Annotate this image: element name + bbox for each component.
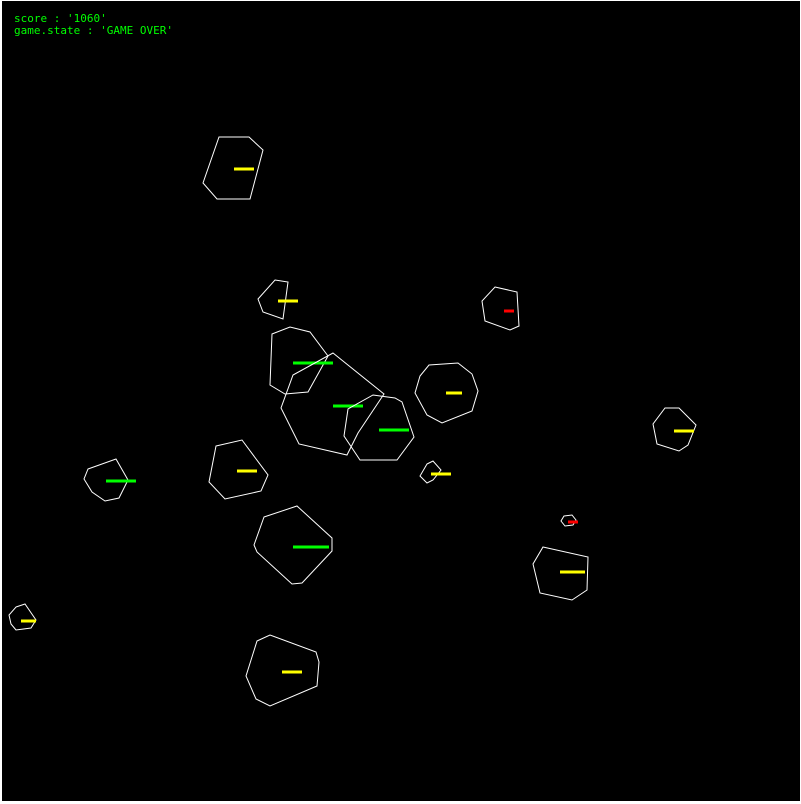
game-state-line: game.state : 'GAME OVER' (14, 25, 173, 37)
asteroid-10 (208, 439, 269, 500)
asteroid-5 (280, 352, 385, 456)
asteroid-7 (414, 362, 479, 424)
asteroid-layer (8, 136, 697, 707)
asteroid-8 (652, 407, 697, 452)
asteroid-16 (245, 634, 320, 707)
asteroid-13 (560, 514, 578, 527)
asteroid-15 (8, 603, 37, 631)
asteroid-1 (202, 136, 264, 200)
game-screen[interactable]: score : '1060' game.state : 'GAME OVER' (0, 0, 801, 803)
asteroid-outline (481, 286, 520, 331)
asteroid-4 (269, 326, 333, 395)
asteroid-9 (83, 458, 136, 502)
hud: score : '1060' game.state : 'GAME OVER' (14, 13, 173, 37)
asteroid-12 (253, 505, 333, 585)
asteroid-outline (8, 603, 37, 631)
asteroid-outline (419, 460, 442, 484)
playfield (8, 136, 697, 707)
asteroid-outline (280, 352, 385, 456)
game-state-value: 'GAME OVER' (100, 24, 173, 37)
asteroid-outline (253, 505, 333, 585)
asteroid-11 (419, 460, 451, 484)
asteroid-14 (532, 546, 589, 601)
asteroid-2 (257, 279, 298, 320)
game-state-label: game.state : (14, 24, 101, 37)
asteroid-3 (481, 286, 520, 331)
